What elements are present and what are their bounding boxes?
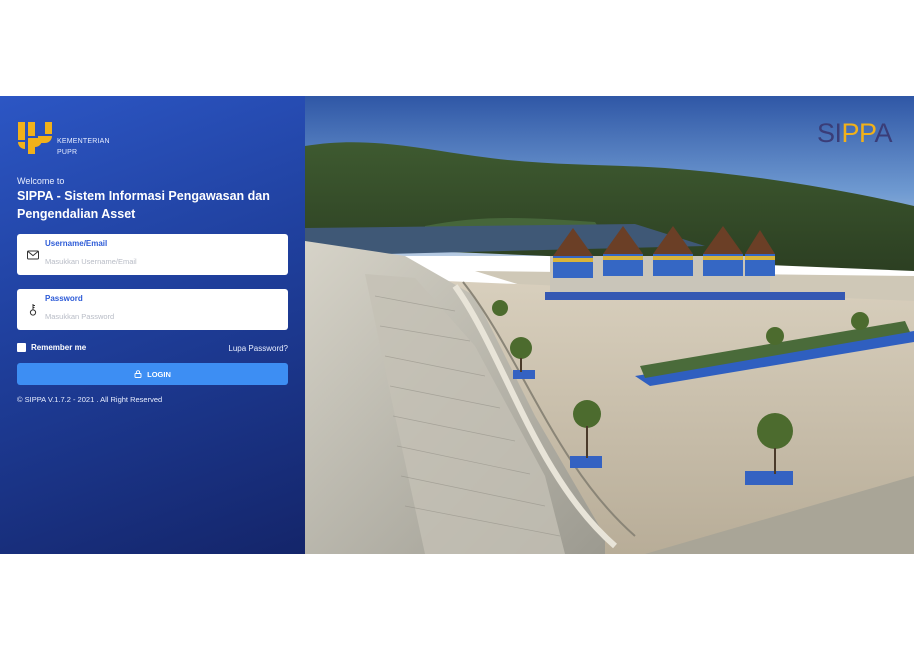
lock-icon	[134, 370, 142, 378]
ministry-name: KEMENTERIAN PUPR	[57, 136, 110, 158]
dam-background-photo: SIPPA	[305, 96, 914, 554]
login-button-label: LOGIN	[147, 369, 171, 379]
welcome-text: Welcome to	[17, 176, 65, 186]
forgot-password-link[interactable]: Lupa Password?	[228, 344, 288, 353]
sippa-logo-part-1: SI	[816, 118, 842, 148]
remember-me[interactable]: Remember me	[17, 343, 86, 352]
password-label: Password	[45, 294, 83, 303]
username-label: Username/Email	[45, 239, 108, 248]
sippa-logo-part-2: PP	[841, 118, 875, 148]
login-panel: KEMENTERIAN PUPR Welcome to SIPPA - Sist…	[0, 96, 305, 554]
page-title: SIPPA - Sistem Informasi Pengawasan dan …	[17, 189, 270, 221]
sippa-logo-part-3: A	[874, 118, 892, 148]
username-input[interactable]	[45, 254, 275, 268]
envelope-icon	[27, 250, 39, 260]
pupr-logo-icon	[18, 122, 52, 154]
remember-label: Remember me	[31, 343, 87, 352]
password-field[interactable]: Password	[17, 289, 288, 330]
username-field[interactable]: Username/Email	[17, 234, 288, 275]
ministry-line1: KEMENTERIAN	[57, 138, 110, 145]
key-icon	[29, 304, 37, 316]
remember-checkbox[interactable]	[17, 343, 26, 352]
login-page: KEMENTERIAN PUPR Welcome to SIPPA - Sist…	[0, 96, 914, 554]
dam-illustration	[305, 96, 914, 554]
ministry-line2: PUPR	[57, 149, 78, 156]
copyright-text: © SIPPA V.1.7.2 - 2021 . All Right Reser…	[17, 395, 163, 404]
login-button[interactable]: LOGIN	[17, 363, 288, 385]
password-input[interactable]	[45, 309, 275, 323]
sippa-logo: SIPPA	[816, 118, 893, 149]
